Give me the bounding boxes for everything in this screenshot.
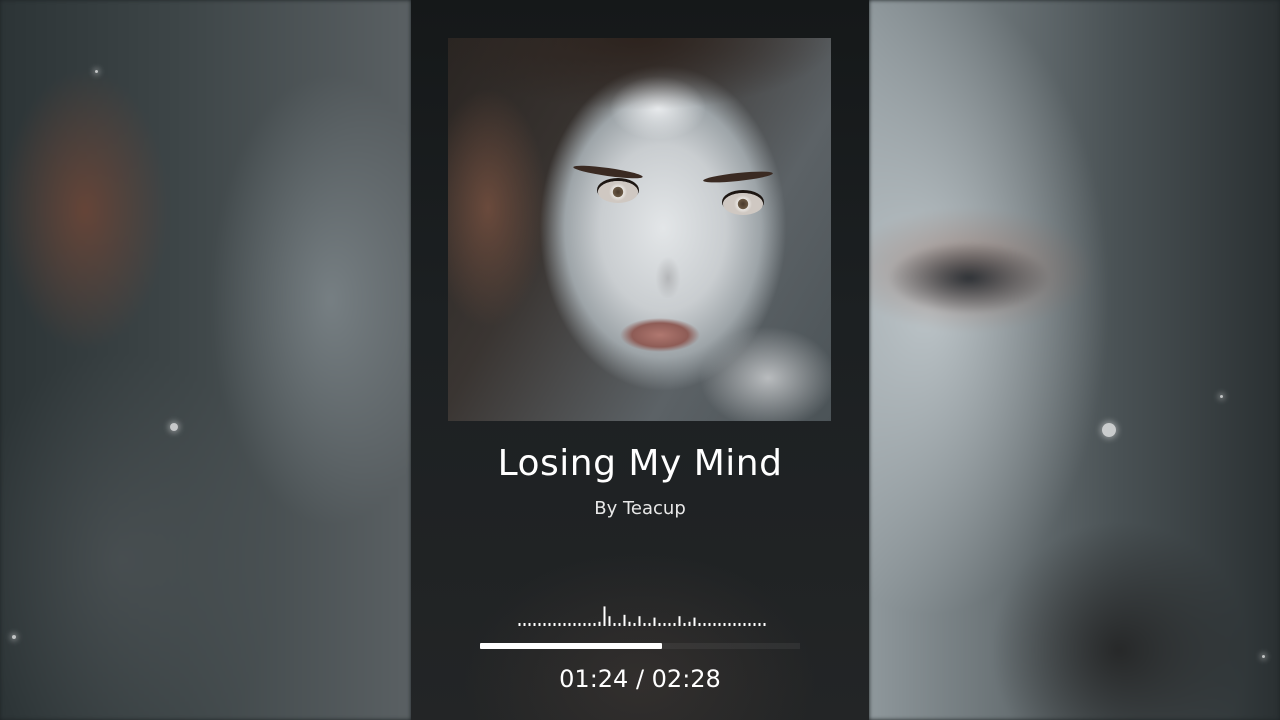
visualizer-bar <box>588 623 591 626</box>
cover-hair-shape <box>448 38 831 128</box>
visualizer-bar <box>563 623 566 626</box>
visualizer-bar <box>628 621 631 626</box>
background-blur-right <box>869 0 1280 720</box>
visualizer-bar <box>618 623 621 626</box>
album-cover <box>448 38 831 421</box>
visualizer-bar <box>708 623 711 626</box>
cover-lips-shape <box>620 318 700 352</box>
sparkle-decoration <box>1220 395 1223 398</box>
visualizer-bar <box>608 616 611 626</box>
visualizer-bar <box>518 623 521 626</box>
visualizer-bar <box>728 623 731 626</box>
track-artist: By Teacup <box>594 498 686 519</box>
visualizer-bar <box>568 623 571 626</box>
visualizer-bar <box>653 617 656 626</box>
visualizer-bar <box>648 623 651 626</box>
visualizer-bar <box>713 623 716 626</box>
visualizer-bar <box>698 623 701 626</box>
visualizer-bar <box>553 623 556 626</box>
visualizer-bar <box>603 606 606 626</box>
visualizer-bar <box>548 623 551 626</box>
visualizer-bar <box>723 623 726 626</box>
background-blur-left <box>0 0 411 720</box>
visualizer-bar <box>598 621 601 626</box>
visualizer-bar <box>543 623 546 626</box>
visualizer-bar <box>613 623 616 626</box>
cover-nose-shape <box>653 248 683 298</box>
track-title: Losing My Mind <box>497 443 783 484</box>
visualizer-bar <box>578 623 581 626</box>
visualizer-bar <box>638 616 641 626</box>
visualizer-bar <box>658 623 661 626</box>
visualizer-bar <box>663 623 666 626</box>
cover-eye-shape <box>598 181 638 203</box>
visualizer-bar <box>733 623 736 626</box>
sparkle-decoration <box>12 635 16 639</box>
time-display: 01:24 / 02:28 <box>559 665 721 693</box>
visualizer-bar <box>763 623 766 626</box>
visualizer-bar <box>623 614 626 626</box>
visualizer-bar <box>743 623 746 626</box>
audio-visualizer <box>518 606 766 626</box>
visualizer-bar <box>643 623 646 626</box>
visualizer-bar <box>528 623 531 626</box>
progress-bar[interactable] <box>480 643 800 649</box>
visualizer-bar <box>753 623 756 626</box>
visualizer-bar <box>538 623 541 626</box>
cover-brow-shape <box>572 163 644 181</box>
cover-eye-shape <box>723 193 763 215</box>
sparkle-decoration <box>170 423 178 431</box>
visualizer-bar <box>703 623 706 626</box>
visualizer-bar <box>758 623 761 626</box>
visualizer-bar <box>583 623 586 626</box>
sparkle-decoration <box>1262 655 1265 658</box>
visualizer-bar <box>718 623 721 626</box>
sparkle-decoration <box>1102 423 1116 437</box>
sparkle-decoration <box>95 70 98 73</box>
visualizer-bar <box>523 623 526 626</box>
visualizer-bar <box>738 623 741 626</box>
visualizer-bar <box>748 623 751 626</box>
visualizer-bar <box>558 623 561 626</box>
visualizer-bar <box>673 623 676 626</box>
visualizer-bar <box>668 623 671 626</box>
visualizer-bar <box>633 623 636 626</box>
visualizer-bar <box>693 617 696 626</box>
visualizer-bar <box>593 623 596 626</box>
progress-bar-fill <box>480 643 662 649</box>
cover-brow-shape <box>702 169 774 185</box>
visualizer-bar <box>683 623 686 626</box>
visualizer-bar <box>533 623 536 626</box>
visualizer-bar <box>573 623 576 626</box>
visualizer-bar <box>688 621 691 626</box>
player-panel: Losing My Mind By Teacup 01:24 / 02:28 <box>411 0 869 720</box>
visualizer-bar <box>678 616 681 626</box>
